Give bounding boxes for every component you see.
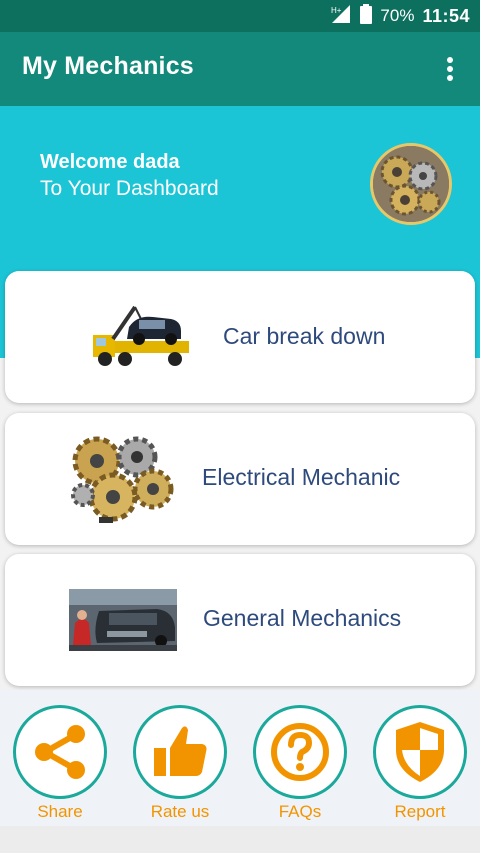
welcome-subtitle: To Your Dashboard xyxy=(40,177,219,200)
question-icon[interactable] xyxy=(253,705,347,799)
card-car-break-down[interactable]: Car break down xyxy=(5,271,475,403)
shield-icon[interactable] xyxy=(373,705,467,799)
nav-rate-us[interactable]: Rate us xyxy=(133,705,227,825)
nav-label: FAQs xyxy=(278,802,322,821)
bottom-nav: Share Rate us FAQs Report xyxy=(0,690,480,826)
svg-text:H+: H+ xyxy=(331,6,342,15)
share-icon[interactable] xyxy=(13,705,107,799)
nav-share[interactable]: Share xyxy=(13,705,107,825)
status-icons: H+ 70% 11:54 xyxy=(330,0,470,32)
tow-truck-image xyxy=(91,301,195,378)
nav-label: Share xyxy=(37,802,83,821)
card-label: General Mechanics xyxy=(203,605,402,631)
clock: 11:54 xyxy=(422,5,470,26)
battery-icon xyxy=(360,3,373,29)
card-general-mechanics[interactable]: General Mechanics xyxy=(5,554,475,686)
welcome-title: Welcome dada xyxy=(40,151,180,173)
gears-image xyxy=(69,431,175,532)
card-label: Car break down xyxy=(223,323,386,349)
nav-report[interactable]: Report xyxy=(373,705,467,825)
card-label: Electrical Mechanic xyxy=(202,464,401,490)
card-electrical-mechanic[interactable]: Electrical Mechanic xyxy=(5,413,475,545)
status-bar: H+ 70% 11:54 xyxy=(0,0,480,32)
battery-percent: 70% xyxy=(380,6,415,25)
nav-faqs[interactable]: FAQs xyxy=(253,705,347,825)
network-signal-icon: H+ xyxy=(330,4,352,29)
avatar[interactable] xyxy=(370,143,452,225)
more-vert-icon[interactable] xyxy=(436,54,464,84)
footer-strip xyxy=(0,826,480,853)
nav-label: Rate us xyxy=(150,802,210,821)
app-bar: My Mechanics xyxy=(0,32,480,106)
car-repair-image xyxy=(69,589,177,656)
nav-label: Report xyxy=(394,802,446,821)
thumbs-up-icon[interactable] xyxy=(133,705,227,799)
app-title: My Mechanics xyxy=(22,52,194,80)
